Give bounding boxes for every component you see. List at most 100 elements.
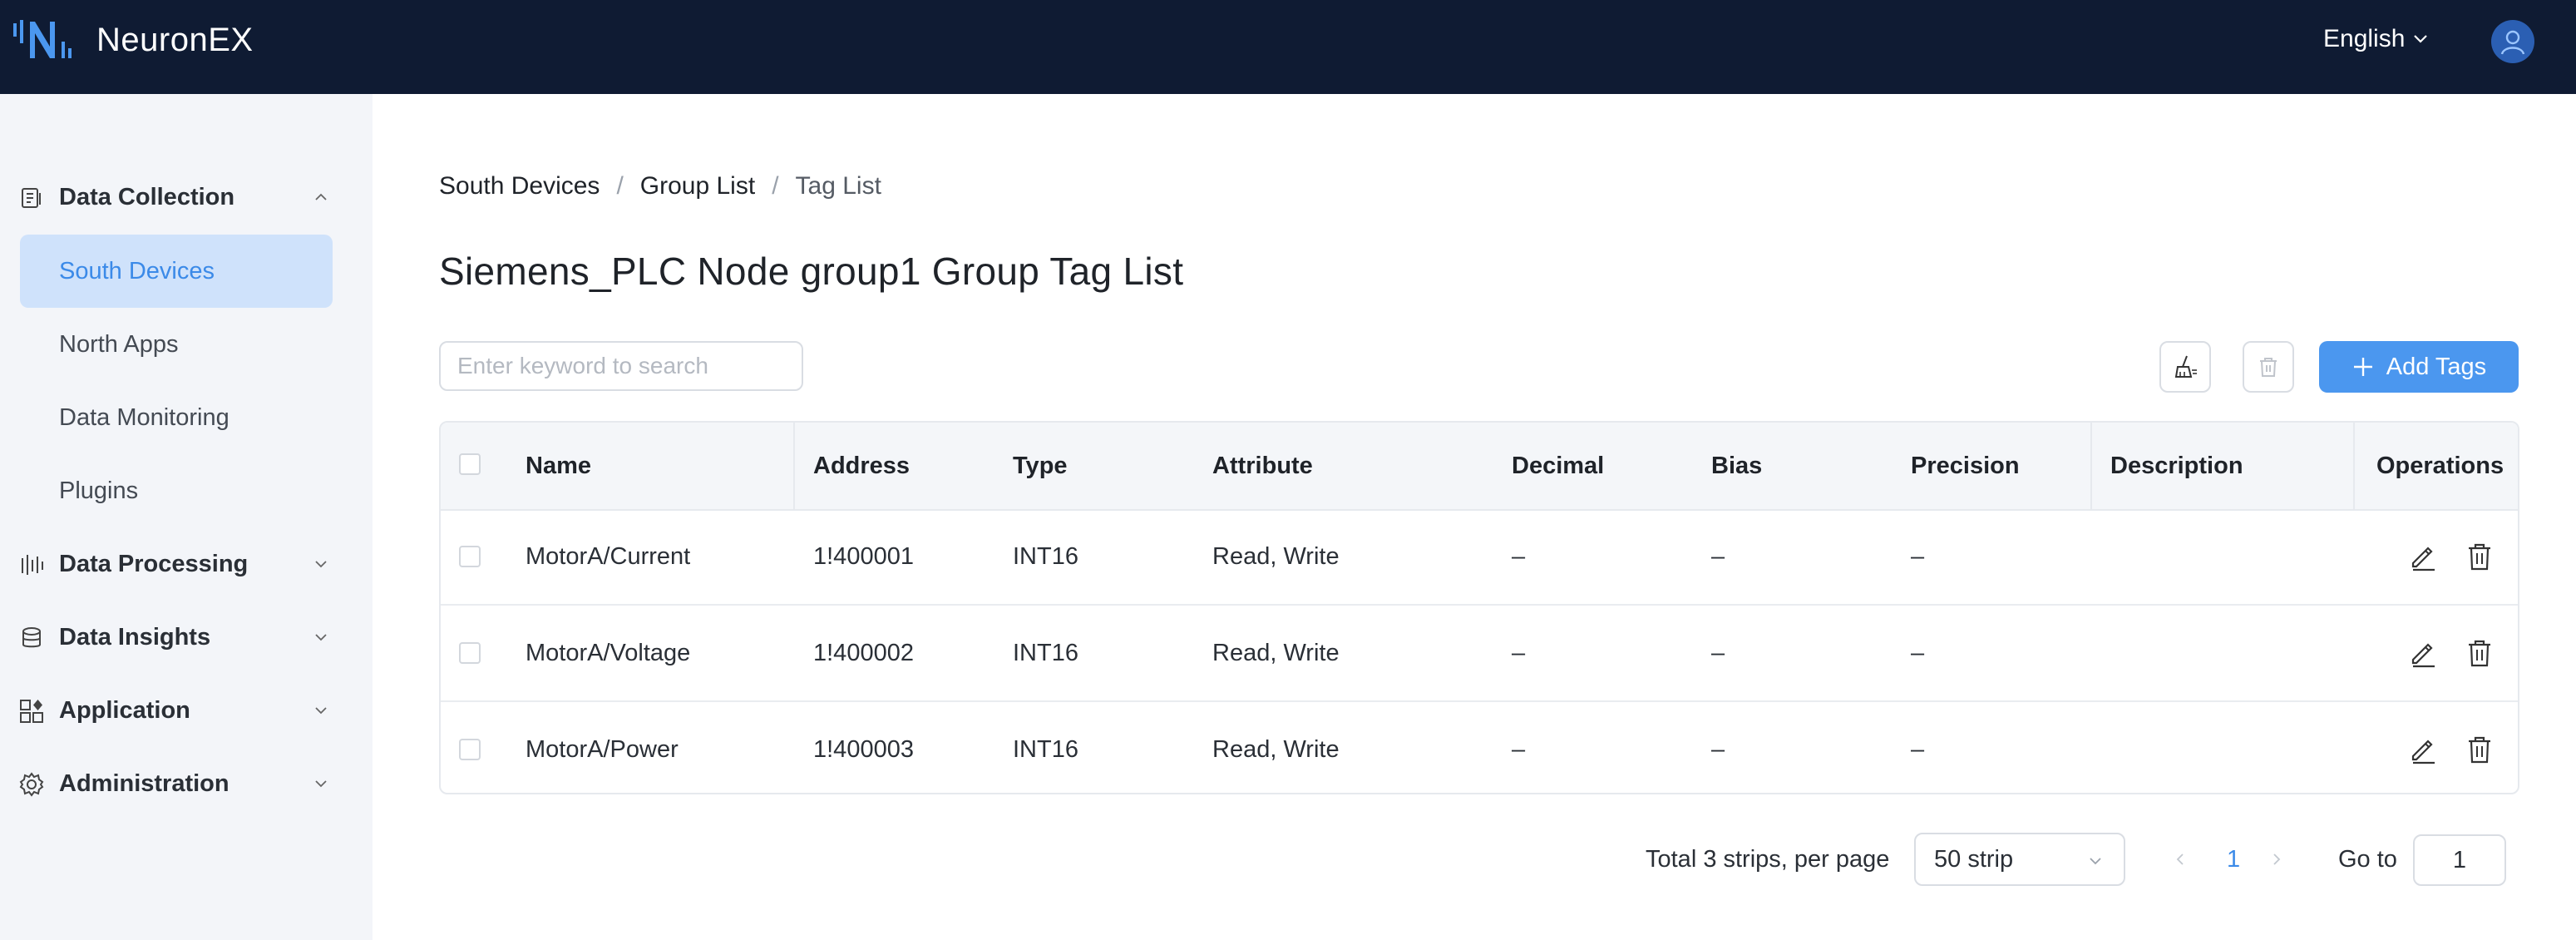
- row-checkbox[interactable]: [459, 642, 481, 664]
- user-avatar[interactable]: [2491, 20, 2534, 63]
- cell-name: MotorA/Voltage: [526, 639, 691, 666]
- chevron-down-icon: [315, 780, 327, 788]
- row-checkbox[interactable]: [459, 546, 481, 567]
- column-header-name[interactable]: Name: [526, 423, 591, 509]
- table-row: MotorA/Current 1!400001 INT16 Read, Writ…: [441, 509, 2518, 606]
- table-header: Name Address Type Attribute Decimal Bias…: [441, 423, 2518, 511]
- breadcrumb-separator: /: [616, 172, 624, 200]
- sidebar-item-label: Data Monitoring: [59, 403, 229, 431]
- search-input[interactable]: [439, 341, 803, 391]
- menu-group-data-processing[interactable]: Data Processing: [0, 539, 373, 589]
- cell-precision: –: [1911, 639, 1925, 666]
- app-logo[interactable]: NeuronEX: [13, 18, 254, 62]
- sidebar-item-label: North Apps: [59, 330, 179, 358]
- cell-address: 1!400003: [813, 735, 914, 763]
- page-number-current[interactable]: 1: [2227, 833, 2240, 886]
- chevron-down-icon: [2090, 858, 2101, 865]
- cell-bias: –: [1711, 639, 1725, 666]
- goto-page-input[interactable]: [2413, 834, 2506, 886]
- add-tags-label: Add Tags: [2386, 353, 2487, 380]
- sidebar-item-data-monitoring[interactable]: Data Monitoring: [20, 381, 333, 454]
- row-operations: [2408, 702, 2493, 793]
- apps-icon: [20, 700, 43, 723]
- data-collection-icon: [22, 188, 41, 208]
- broom-icon: [2174, 355, 2197, 378]
- row-checkbox[interactable]: [459, 739, 481, 760]
- next-page-icon[interactable]: [2268, 851, 2285, 868]
- row-operations: [2408, 509, 2493, 604]
- sidebar-item-plugins[interactable]: Plugins: [20, 454, 333, 527]
- tag-table: Name Address Type Attribute Decimal Bias…: [439, 421, 2519, 794]
- goto-label: Go to: [2338, 845, 2397, 873]
- edit-icon[interactable]: [2408, 542, 2438, 571]
- edit-icon[interactable]: [2408, 638, 2438, 668]
- menu-group-application[interactable]: Application: [0, 685, 373, 735]
- pagination-total: Total 3 strips, per page: [1646, 845, 1890, 873]
- column-header-bias[interactable]: Bias: [1711, 423, 1762, 509]
- cell-decimal: –: [1512, 735, 1526, 763]
- column-divider: [2090, 423, 2092, 509]
- add-tags-button[interactable]: Add Tags: [2319, 341, 2519, 393]
- column-header-type[interactable]: Type: [1013, 423, 1068, 509]
- page-size-select[interactable]: 50 strip: [1914, 833, 2125, 886]
- column-header-attribute[interactable]: Attribute: [1212, 423, 1313, 509]
- gear-icon: [19, 772, 44, 797]
- breadcrumb-tag-list: Tag List: [795, 172, 881, 200]
- neuronex-logo-icon: [13, 20, 72, 58]
- column-header-address[interactable]: Address: [813, 423, 910, 509]
- column-divider: [793, 423, 795, 509]
- table-row: MotorA/Power 1!400003 INT16 Read, Write …: [441, 702, 2518, 793]
- menu-group-data-insights[interactable]: Data Insights: [0, 612, 373, 662]
- column-header-operations: Operations: [2376, 452, 2504, 479]
- cell-attribute: Read, Write: [1212, 542, 1340, 570]
- chevron-down-icon: [2414, 35, 2428, 43]
- top-bar: NeuronEX English: [0, 0, 2576, 94]
- menu-group-label: Data Insights: [59, 623, 211, 651]
- menu-group-administration[interactable]: Administration: [0, 759, 373, 809]
- cell-name: MotorA/Power: [526, 735, 679, 763]
- page-title: Siemens_PLC Node group1 Group Tag List: [439, 250, 1184, 293]
- sidebar-item-label: Plugins: [59, 477, 139, 504]
- breadcrumb-south-devices[interactable]: South Devices: [439, 172, 600, 200]
- menu-group-label: Data Collection: [59, 183, 235, 210]
- cell-address: 1!400001: [813, 542, 914, 570]
- column-header-decimal[interactable]: Decimal: [1512, 423, 1604, 509]
- data-processing-icon: [22, 555, 43, 575]
- row-operations: [2408, 606, 2493, 700]
- language-selector[interactable]: English: [2323, 25, 2430, 53]
- menu-group-label: Administration: [59, 769, 229, 797]
- cell-bias: –: [1711, 542, 1725, 570]
- delete-icon[interactable]: [2466, 542, 2493, 571]
- sidebar-item-north-apps[interactable]: North Apps: [20, 308, 333, 381]
- cell-attribute: Read, Write: [1212, 735, 1340, 763]
- column-header-description[interactable]: Description: [2110, 423, 2243, 509]
- cell-bias: –: [1711, 735, 1725, 763]
- delete-icon[interactable]: [2466, 638, 2493, 668]
- menu-group-label: Application: [59, 696, 190, 724]
- cell-attribute: Read, Write: [1212, 639, 1340, 666]
- column-divider: [2353, 423, 2355, 509]
- batch-delete-button[interactable]: [2243, 341, 2294, 393]
- select-all-checkbox[interactable]: [459, 453, 481, 475]
- breadcrumb-group-list[interactable]: Group List: [640, 172, 755, 200]
- delete-icon[interactable]: [2466, 735, 2493, 764]
- table-row: MotorA/Voltage 1!400002 INT16 Read, Writ…: [441, 606, 2518, 702]
- app-name: NeuronEX: [96, 21, 254, 58]
- cell-type: INT16: [1013, 542, 1078, 570]
- menu-group-data-collection[interactable]: Data Collection: [0, 172, 373, 222]
- chevron-down-icon: [315, 561, 327, 568]
- clear-button[interactable]: [2159, 341, 2211, 393]
- cell-type: INT16: [1013, 639, 1078, 666]
- trash-icon: [2260, 358, 2277, 377]
- prev-page-icon[interactable]: [2172, 851, 2189, 868]
- chevron-up-icon: [315, 193, 327, 200]
- database-icon: [22, 627, 41, 648]
- user-icon: [2500, 30, 2525, 55]
- breadcrumb-separator: /: [772, 172, 779, 200]
- plus-icon: [2353, 358, 2372, 376]
- edit-icon[interactable]: [2408, 735, 2438, 764]
- sidebar-item-south-devices[interactable]: South Devices: [20, 235, 333, 308]
- column-header-precision[interactable]: Precision: [1911, 423, 2020, 509]
- sidebar-item-label: South Devices: [59, 257, 215, 284]
- language-label: English: [2323, 25, 2406, 52]
